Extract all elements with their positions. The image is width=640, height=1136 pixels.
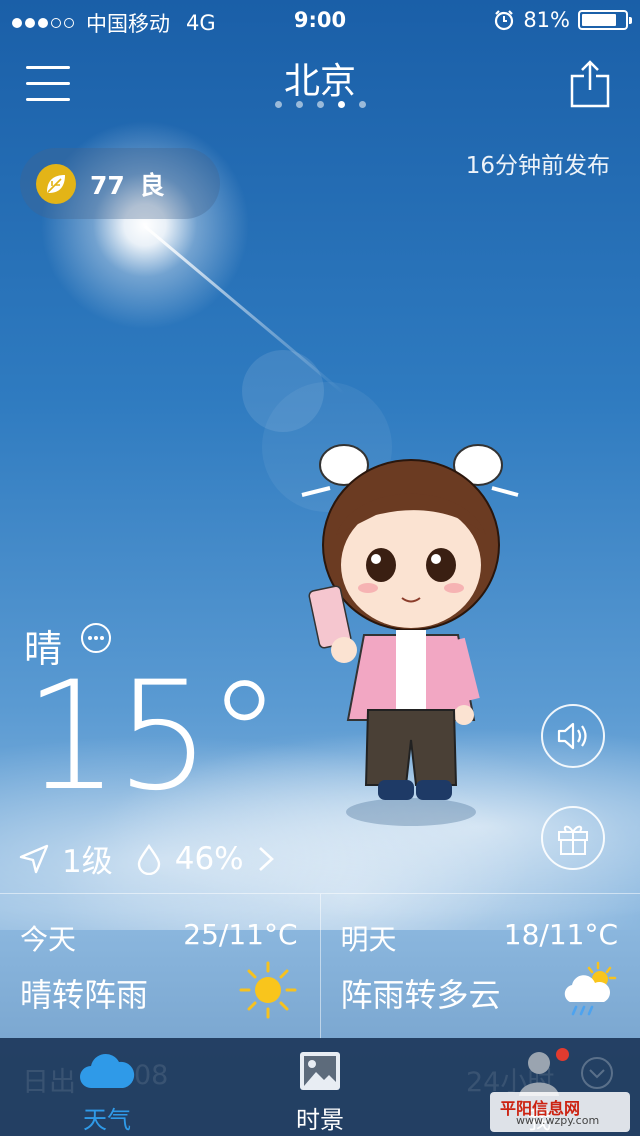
watermark: 平阳信息网 www.wzpy.com <box>490 1092 630 1132</box>
tab-label: 时景 <box>296 1106 344 1134</box>
notification-badge <box>556 1048 569 1061</box>
voice-broadcast-button[interactable] <box>541 704 605 768</box>
forecast-desc: 晴转阵雨 <box>20 976 149 1014</box>
gift-icon <box>558 825 588 855</box>
forecast-tomorrow[interactable]: 明天 18/11°C 阵雨转多云 <box>319 894 640 1039</box>
battery-percent: 81% <box>523 8 570 32</box>
page-dot <box>316 101 324 108</box>
city-title[interactable]: 北京 <box>0 52 640 104</box>
tab-weather[interactable]: 天气 <box>42 1038 172 1136</box>
page-dot <box>274 101 282 108</box>
picture-icon <box>300 1052 340 1090</box>
sun-rain-cloud-icon <box>564 961 617 1016</box>
status-bar: 中国移动 4G 9:00 81% <box>0 0 640 40</box>
wind-level: 1级 <box>62 844 113 880</box>
sun-icon <box>239 961 296 1019</box>
more-icon[interactable] <box>81 623 111 653</box>
publish-time: 16分钟前发布 <box>465 153 610 179</box>
share-icon[interactable] <box>570 60 610 108</box>
wind-direction-icon <box>19 844 49 873</box>
current-temperature: 15° <box>24 650 282 824</box>
alarm-icon <box>495 10 514 31</box>
battery-icon <box>578 10 632 30</box>
aqi-value: 77 <box>90 170 125 200</box>
tab-scenery[interactable]: 时景 <box>255 1038 385 1136</box>
page-dot-active <box>337 101 345 108</box>
wind-humidity-row[interactable]: 1级 46% <box>18 836 276 881</box>
chevron-right-icon <box>258 846 274 871</box>
forecast-panel: 今天 25/11°C 晴转阵雨 明天 18/11°C 阵雨转多云 <box>0 893 640 1039</box>
gift-button[interactable] <box>541 806 605 870</box>
forecast-desc: 阵雨转多云 <box>340 976 501 1014</box>
forecast-temp: 18/11°C <box>503 918 618 951</box>
forecast-day: 今天 <box>20 923 77 956</box>
city-page-indicator <box>0 101 640 108</box>
forecast-temp: 25/11°C <box>183 918 298 951</box>
leaf-icon <box>36 163 76 204</box>
forecast-day: 明天 <box>340 923 397 956</box>
tab-label: 天气 <box>83 1106 131 1134</box>
humidity-value: 46% <box>174 840 244 877</box>
mascot-character[interactable] <box>296 440 526 840</box>
speaker-icon <box>557 722 587 750</box>
page-dot <box>358 101 366 108</box>
watermark-url: www.wzpy.com <box>516 1114 600 1127</box>
cloud-icon <box>80 1053 135 1088</box>
aqi-badge[interactable]: 77 良 <box>20 148 220 219</box>
forecast-today[interactable]: 今天 25/11°C 晴转阵雨 <box>0 894 320 1039</box>
page-dot <box>295 101 303 108</box>
aqi-level: 良 <box>139 170 165 200</box>
humidity-icon <box>137 843 160 875</box>
profile-icon <box>519 1052 559 1096</box>
